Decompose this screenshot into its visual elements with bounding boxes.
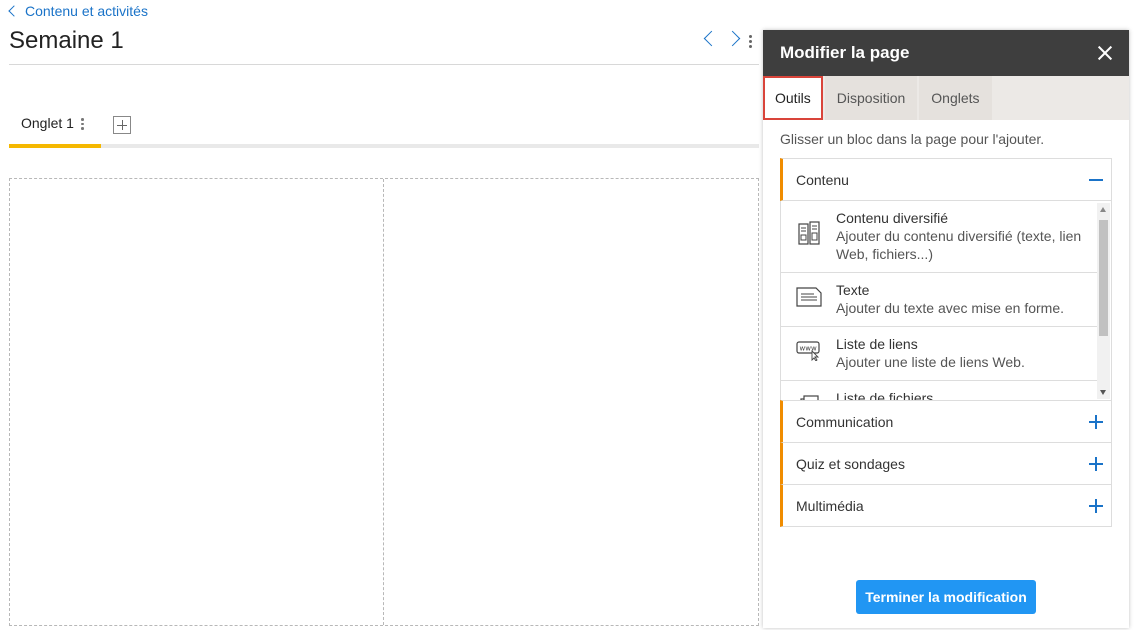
add-tab-icon[interactable] — [113, 116, 131, 134]
tool-name: Texte — [836, 282, 870, 298]
expand-icon[interactable] — [1089, 457, 1103, 471]
edit-page-panel: Modifier la page Outils Disposition Ongl… — [763, 30, 1129, 628]
tool-name: Liste de liens — [836, 336, 918, 352]
svg-text:www: www — [799, 345, 816, 353]
active-tab-indicator — [9, 144, 101, 148]
link-list-icon: www — [781, 335, 836, 371]
panel-hint: Glisser un bloc dans la page pour l'ajou… — [780, 131, 1045, 147]
tool-description: Ajouter une liste de liens Web. — [836, 354, 1025, 370]
collapse-icon[interactable] — [1089, 173, 1103, 187]
tool-contenu-diversifie[interactable]: Contenu diversifié Ajouter du contenu di… — [781, 201, 1097, 273]
close-icon[interactable] — [1097, 45, 1113, 61]
scroll-thumb[interactable] — [1099, 220, 1108, 336]
scroll-up-icon[interactable] — [1100, 207, 1106, 212]
expand-icon[interactable] — [1089, 499, 1103, 513]
tool-accordion: Contenu Contenu diversifié Ajouter du co… — [780, 158, 1112, 527]
tool-name: Contenu diversifié — [836, 210, 949, 226]
section-label: Contenu — [796, 171, 849, 188]
tab-onglet-1[interactable]: Onglet 1 — [9, 110, 101, 148]
breadcrumb-link[interactable]: Contenu et activités — [25, 3, 148, 19]
page-title: Semaine 1 — [9, 27, 124, 54]
tab-bar-line — [9, 144, 759, 148]
contenu-tool-list: Contenu diversifié Ajouter du contenu di… — [780, 201, 1112, 401]
tab-options-icon[interactable] — [81, 118, 84, 130]
tool-description: Ajouter du contenu diversifié (texte, li… — [836, 228, 1082, 262]
tab-label: Onglet 1 — [21, 115, 74, 131]
mixed-content-icon — [781, 209, 836, 263]
page-navigation — [700, 30, 741, 47]
next-page-icon[interactable] — [724, 30, 741, 47]
tab-disposition[interactable]: Disposition — [824, 76, 918, 120]
section-multimedia[interactable]: Multimédia — [780, 484, 1112, 527]
section-label: Communication — [796, 413, 894, 430]
panel-tabs: Outils Disposition Onglets — [763, 76, 1129, 120]
tab-outils[interactable]: Outils — [763, 76, 823, 120]
section-quiz-et-sondages[interactable]: Quiz et sondages — [780, 442, 1112, 485]
tool-liste-de-liens[interactable]: www Liste de liens Ajouter une liste de … — [781, 327, 1097, 381]
page-layout-canvas — [9, 178, 759, 626]
tool-list-scrollbar[interactable] — [1097, 203, 1110, 399]
section-contenu[interactable]: Contenu — [780, 158, 1112, 201]
panel-header: Modifier la page — [763, 30, 1129, 76]
expand-icon[interactable] — [1089, 415, 1103, 429]
text-icon — [781, 281, 836, 317]
panel-title: Modifier la page — [780, 43, 910, 62]
section-label: Multimédia — [796, 497, 864, 514]
section-label: Quiz et sondages — [796, 455, 905, 472]
chevron-left-icon — [8, 5, 20, 17]
page-options-icon[interactable] — [749, 35, 752, 48]
previous-page-icon[interactable] — [703, 30, 720, 47]
page-tab-bar: Onglet 1 — [9, 110, 759, 148]
scroll-down-icon[interactable] — [1100, 390, 1106, 395]
section-communication[interactable]: Communication — [780, 400, 1112, 443]
column-divider — [383, 179, 384, 625]
finish-editing-button[interactable]: Terminer la modification — [856, 580, 1036, 614]
breadcrumb[interactable]: Contenu et activités — [8, 3, 148, 19]
tool-texte[interactable]: Texte Ajouter du texte avec mise en form… — [781, 273, 1097, 327]
title-divider — [9, 64, 759, 65]
tab-onglets[interactable]: Onglets — [919, 76, 992, 120]
tool-description: Ajouter du texte avec mise en forme. — [836, 300, 1064, 316]
tool-liste-de-fichiers[interactable]: Liste de fichiers — [781, 381, 1097, 401]
